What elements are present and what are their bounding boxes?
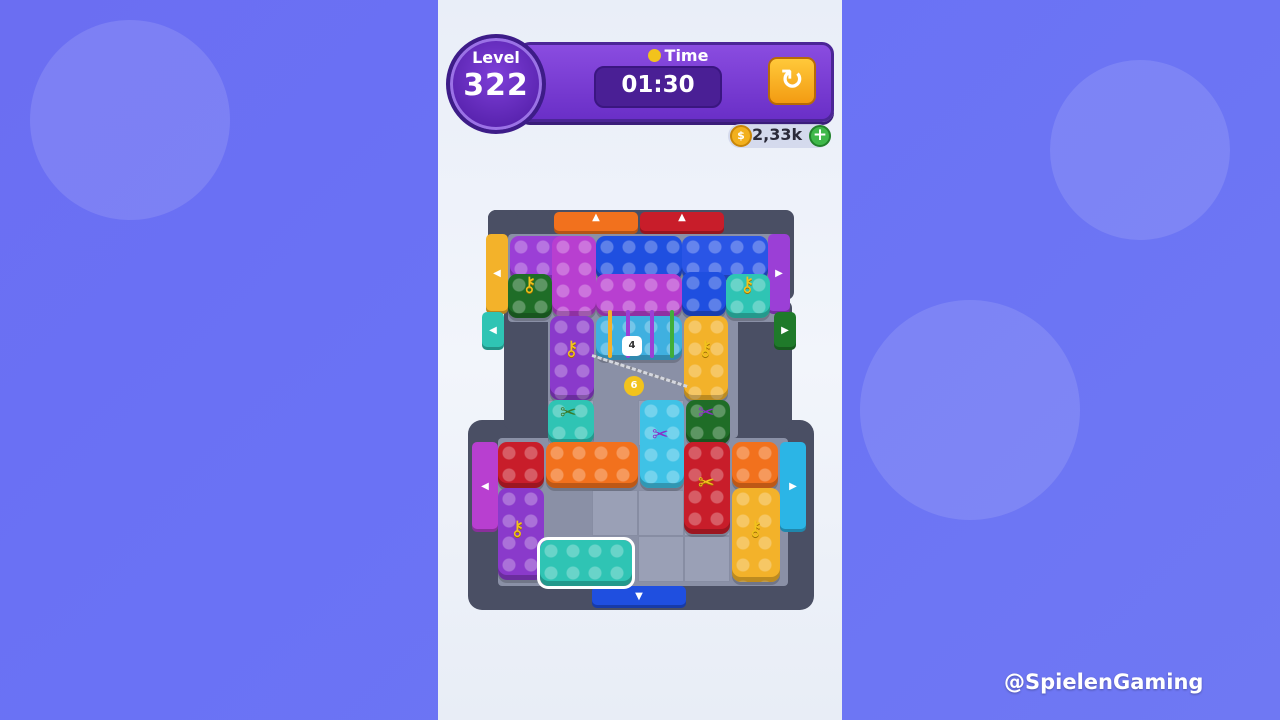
exit-gate-blue: ▼ <box>592 586 686 608</box>
arrow-right-icon: ▶ <box>775 268 783 279</box>
scissors-icon: ✂ <box>652 422 669 446</box>
lock-counter: 6 <box>624 376 644 396</box>
background-decoration <box>1050 60 1230 240</box>
exit-gate-teal: ◀ <box>482 312 504 350</box>
background-decoration <box>860 300 1080 520</box>
exit-gate-orange: ▲ <box>554 212 638 234</box>
scissors-icon: ✂ <box>560 400 577 424</box>
block-red[interactable] <box>498 442 544 488</box>
arrow-left-icon: ◀ <box>493 268 501 279</box>
background-decoration <box>30 20 230 220</box>
arrow-left-icon: ◀ <box>489 325 497 336</box>
block-orange[interactable] <box>732 442 778 488</box>
time-label: Time <box>618 46 738 65</box>
floor-tile <box>638 490 684 536</box>
key-icon: ⚷ <box>564 336 579 360</box>
key-icon: ⚷ <box>510 516 525 540</box>
channel-watermark: @SpielenGaming <box>1004 670 1204 694</box>
timer-value: 01:30 <box>621 72 695 98</box>
arrow-right-icon: ▶ <box>789 481 797 492</box>
scissors-icon: ✂ <box>698 470 715 494</box>
coin-icon: $ <box>730 125 752 147</box>
block-orange[interactable] <box>546 442 638 488</box>
key-icon: ⚷ <box>522 272 537 296</box>
add-coins-button[interactable]: + <box>809 125 831 147</box>
level-label: Level <box>472 48 520 67</box>
key-icon: ⚷ <box>748 516 763 540</box>
exit-gate-yellow: ◀ <box>486 234 508 314</box>
arrow-right-icon: ▶ <box>781 325 789 336</box>
block-magenta[interactable] <box>552 236 596 316</box>
clock-icon <box>647 49 661 62</box>
arrow-left-icon: ◀ <box>481 481 489 492</box>
restart-button[interactable]: ↻ <box>768 57 816 105</box>
exit-gate-red: ▲ <box>640 212 724 234</box>
floor-tile <box>684 536 730 582</box>
exit-gate-cyan: ▶ <box>780 442 806 532</box>
floor-tile <box>638 536 684 582</box>
game-board: ▲ ▲ ◀ ▶ ◀ ▶ ◀ ▶ ▼ ⚷ ⚷ ⚷ ⚷ ⚷ ⚷ ✂ ✂ ✂ ✂ 4 … <box>468 210 814 610</box>
selection-outline <box>537 537 635 589</box>
block-blue[interactable] <box>682 272 726 316</box>
floor-tile <box>592 490 638 536</box>
color-bar <box>608 310 612 358</box>
exit-gate-magenta: ◀ <box>472 442 498 532</box>
restart-icon: ↻ <box>780 63 804 96</box>
exit-gate-green: ▶ <box>774 312 796 350</box>
lock-counter: 4 <box>622 336 642 356</box>
scissors-icon: ✂ <box>698 400 715 424</box>
game-screen: Level 322 Time 01:30 ↻ $ 2,33k + ▲ ▲ ◀ ▶ <box>438 0 842 720</box>
key-icon: ⚷ <box>698 336 713 360</box>
arrow-up-icon: ▲ <box>592 212 600 223</box>
plus-icon: + <box>812 125 828 145</box>
arrow-down-icon: ▼ <box>635 591 643 602</box>
arrow-up-icon: ▲ <box>678 212 686 223</box>
color-bar <box>650 310 654 358</box>
key-icon: ⚷ <box>740 272 755 296</box>
exit-gate-purple: ▶ <box>768 234 790 314</box>
level-number: 322 <box>463 68 529 103</box>
color-bar <box>670 310 674 358</box>
coin-count: 2,33k <box>752 125 803 144</box>
